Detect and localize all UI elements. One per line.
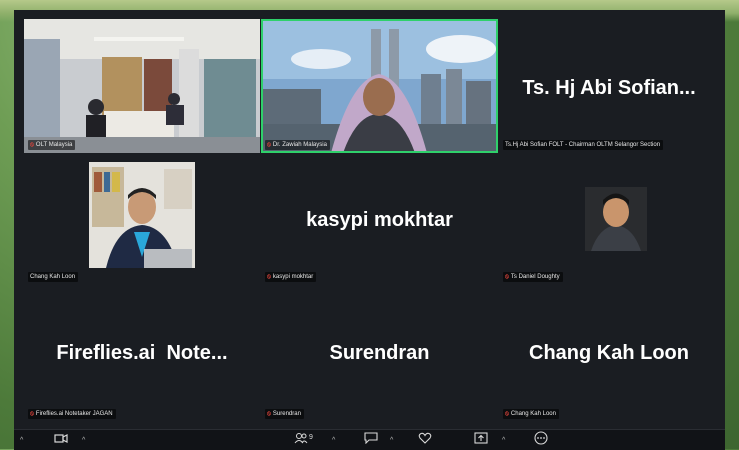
meeting-window: ⦸ OLT Malaysia ⦸ Dr. Zawiah Malaysia Ts. H… [14, 10, 725, 450]
participants-count: 9 [309, 434, 313, 441]
share-options-caret-icon[interactable]: ^ [502, 435, 505, 447]
participant-caption: ⦸ Chang Kah Loon [503, 409, 559, 419]
room-video [24, 19, 260, 153]
muted-mic-icon: ⦸ [505, 411, 509, 417]
video-tile-chang-kah-loon[interactable]: Chang Kah Loon [24, 157, 260, 285]
muted-mic-icon: ⦸ [505, 274, 509, 280]
participant-display-name: Ts. Hj Abi Sofian... [522, 77, 696, 99]
muted-mic-icon: ⦸ [267, 274, 271, 280]
participants-icon[interactable] [294, 432, 308, 448]
meeting-toolbar: ^ ^ 9 ^ ^ ^ [14, 429, 725, 450]
muted-mic-icon: ⦸ [30, 411, 34, 417]
participant-caption: Chang Kah Loon [28, 272, 79, 282]
participant-caption: ⦸ Ts Daniel Doughty [503, 272, 563, 282]
participant-caption: ⦸ kasypi mokhtar [265, 272, 317, 282]
muted-mic-icon: ⦸ [267, 142, 271, 148]
video-tile-daniel-doughty[interactable]: ⦸ Ts Daniel Doughty [499, 157, 719, 285]
participant-caption: ⦸ Dr. Zawiah Malaysia [265, 140, 330, 150]
name-tile-surendran[interactable]: Surendran ⦸ Surendran [261, 290, 498, 422]
name-tile-kasypi-mokhtar[interactable]: kasypi mokhtar ⦸ kasypi mokhtar [261, 157, 498, 285]
video-camera-icon[interactable] [54, 432, 68, 448]
participant-caption: Ts.Hj Abi Sofian FOLT - Chairman OLTM Se… [503, 140, 664, 150]
participant-display-name: Fireflies.ai Note... [56, 342, 228, 364]
participant-display-name: Chang Kah Loon [529, 342, 689, 364]
name-tile-abi-sofian[interactable]: Ts. Hj Abi Sofian... Ts.Hj Abi Sofian FO… [499, 19, 719, 153]
audio-options-caret-icon[interactable]: ^ [20, 435, 23, 447]
speaker-video [261, 19, 498, 153]
participant-caption: ⦸ OLT Malaysia [28, 140, 76, 150]
participant-caption: ⦸ Fireflies.ai Notetaker JAGAN [28, 409, 116, 419]
chang-video [24, 157, 260, 285]
muted-mic-icon: ⦸ [30, 142, 34, 148]
share-screen-icon[interactable] [474, 432, 488, 448]
video-tile-olt-malaysia[interactable]: ⦸ OLT Malaysia [24, 19, 260, 153]
video-tile-active-speaker[interactable]: ⦸ Dr. Zawiah Malaysia [261, 19, 498, 153]
muted-mic-icon: ⦸ [267, 411, 271, 417]
participant-display-name: Surendran [329, 342, 430, 364]
participant-display-name: kasypi mokhtar [306, 209, 453, 231]
chat-icon[interactable] [364, 432, 378, 448]
name-tile-fireflies[interactable]: Fireflies.ai Note... ⦸ Fireflies.ai Notet… [24, 290, 260, 422]
chat-options-caret-icon[interactable]: ^ [390, 435, 393, 447]
video-options-caret-icon[interactable]: ^ [82, 435, 85, 447]
reactions-heart-icon[interactable] [418, 432, 432, 448]
name-tile-chang-kah-loon[interactable]: Chang Kah Loon ⦸ Chang Kah Loon [499, 290, 719, 422]
more-options-icon[interactable] [533, 431, 549, 449]
participant-caption: ⦸ Surendran [265, 409, 304, 419]
participants-options-caret-icon[interactable]: ^ [332, 435, 335, 447]
daniel-video [499, 157, 719, 285]
